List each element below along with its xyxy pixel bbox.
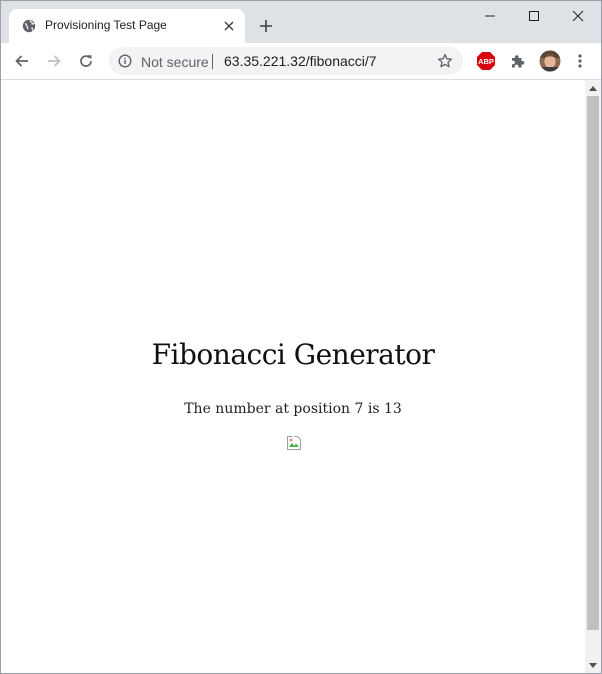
reload-icon[interactable] <box>73 48 99 74</box>
adblock-plus-icon[interactable]: ABP <box>473 48 499 74</box>
scroll-up-arrow-icon[interactable] <box>585 80 601 96</box>
minimize-icon[interactable] <box>467 1 513 31</box>
security-status-label[interactable]: Not secure <box>141 54 209 70</box>
info-icon[interactable] <box>118 54 132 68</box>
scrollbar-thumb[interactable] <box>587 96 599 630</box>
profile-avatar[interactable] <box>537 48 563 74</box>
vertical-scrollbar[interactable] <box>585 80 601 673</box>
adblock-plus-label: ABP <box>478 57 494 66</box>
page-viewport: Fibonacci Generator The number at positi… <box>1 80 585 673</box>
fibonacci-result-text: The number at position 7 is 13 <box>184 401 402 417</box>
close-tab-icon[interactable] <box>221 18 237 34</box>
kebab-menu-icon[interactable] <box>567 48 593 74</box>
scroll-down-arrow-icon[interactable] <box>585 658 601 673</box>
back-arrow-icon[interactable] <box>9 48 35 74</box>
tab-title: Provisioning Test Page <box>45 18 167 32</box>
tab-provisioning-test-page[interactable]: Provisioning Test Page <box>9 9 245 43</box>
browser-window: Provisioning Test Page Not secure 63.35.… <box>0 0 602 674</box>
globe-icon <box>22 19 36 33</box>
tab-strip: Provisioning Test Page <box>1 1 601 43</box>
new-tab-icon[interactable] <box>255 15 277 37</box>
omnibox-divider <box>212 54 213 69</box>
url-text[interactable]: 63.35.221.32/fibonacci/7 <box>224 53 377 69</box>
address-bar[interactable]: Not secure 63.35.221.32/fibonacci/7 <box>109 47 463 75</box>
browser-toolbar: Not secure 63.35.221.32/fibonacci/7 ABP <box>1 43 601 80</box>
puzzle-piece-icon[interactable] <box>505 48 531 74</box>
broken-image-icon <box>287 435 301 450</box>
forward-arrow-icon[interactable] <box>41 48 67 74</box>
window-close-icon[interactable] <box>555 1 601 31</box>
page-title: Fibonacci Generator <box>151 338 435 371</box>
maximize-icon[interactable] <box>511 1 557 31</box>
bookmark-star-icon[interactable] <box>437 53 453 69</box>
